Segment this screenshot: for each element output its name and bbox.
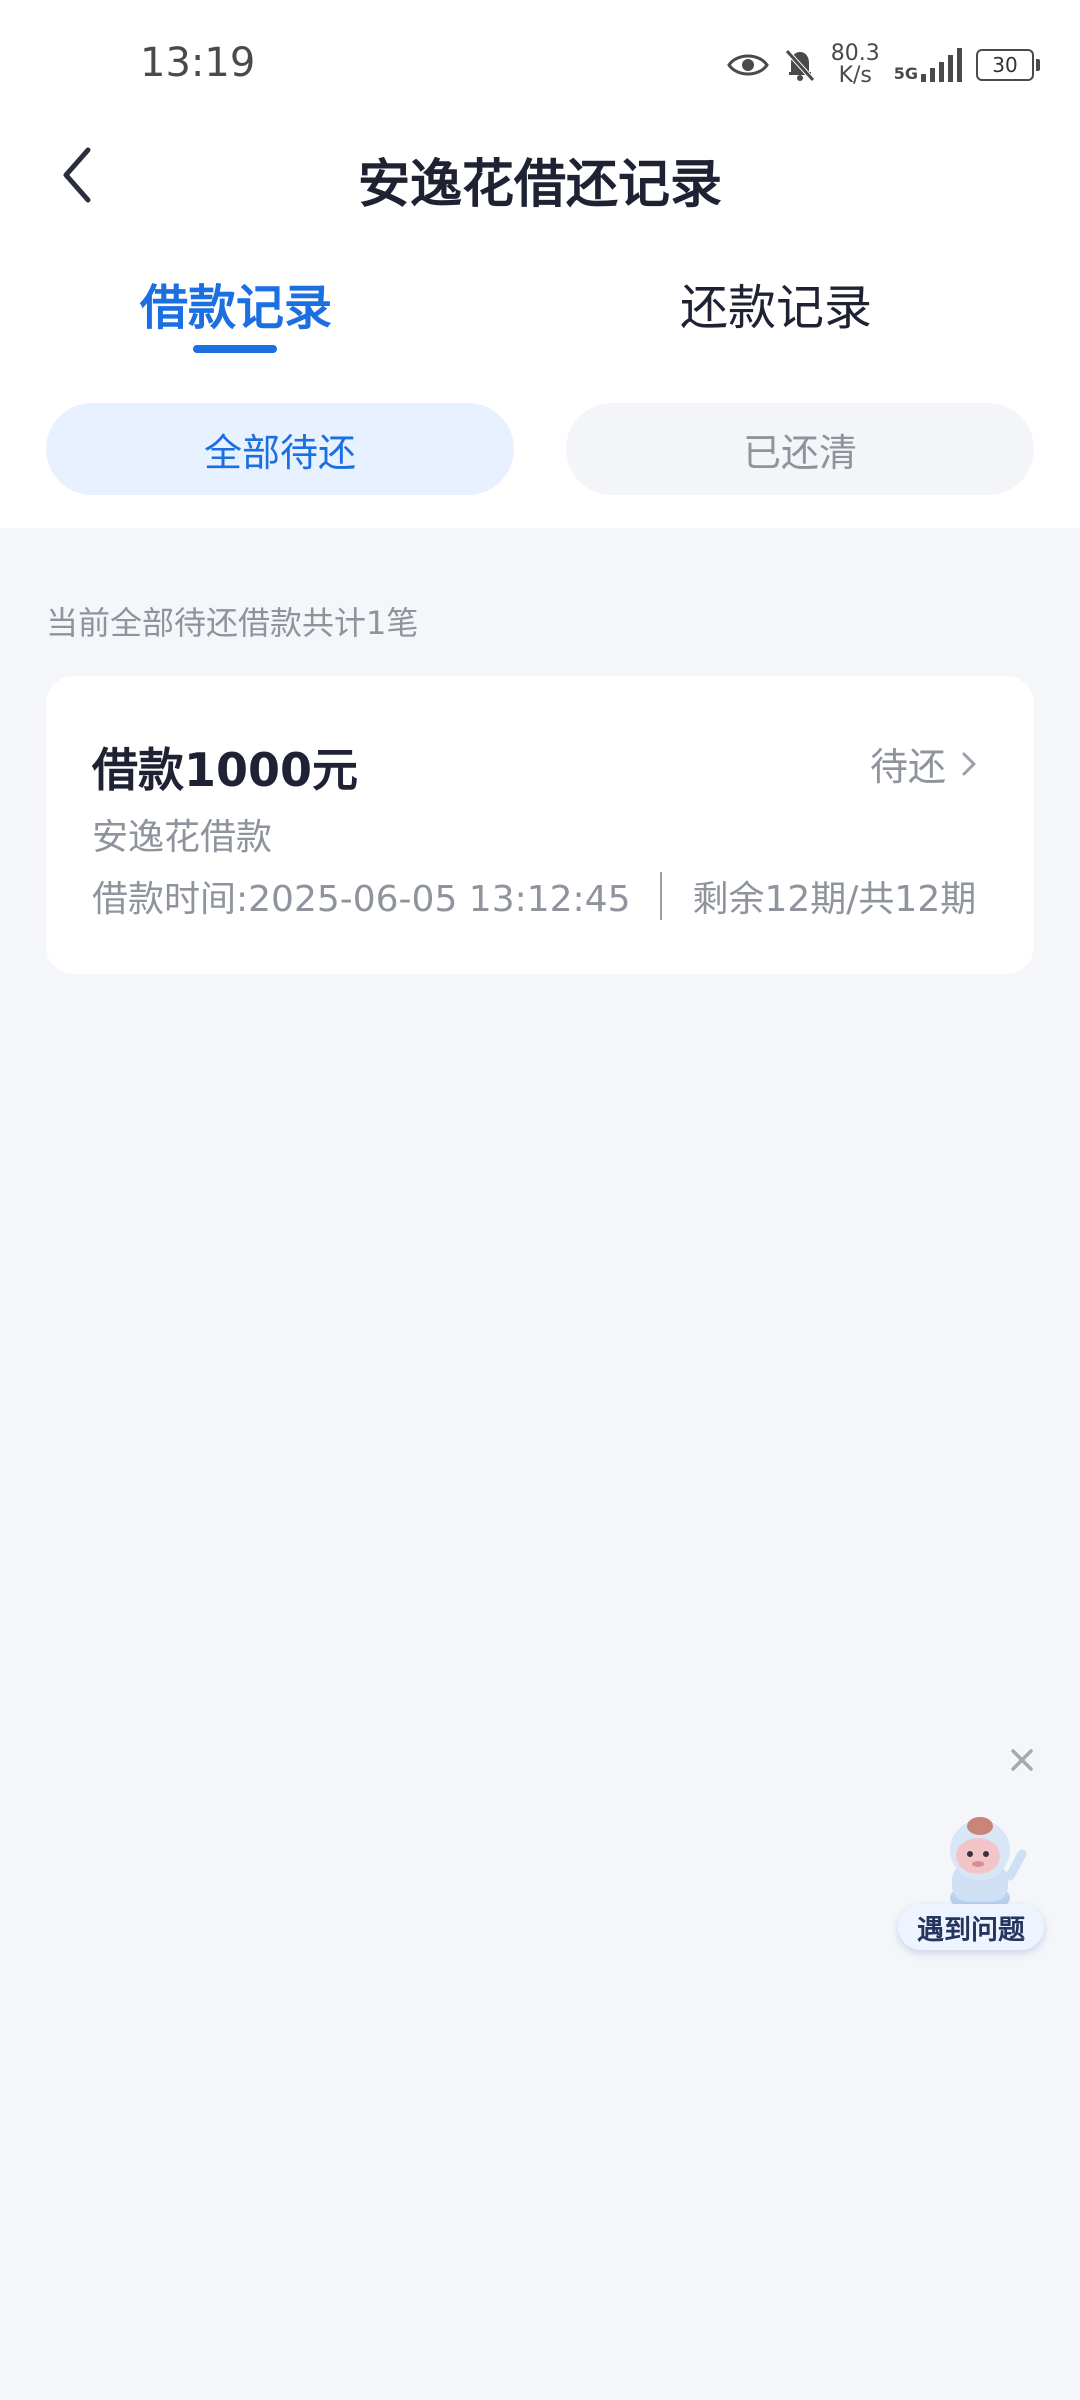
- status-time: 13:19: [140, 40, 256, 86]
- loan-time: 借款时间:2025-06-05 13:12:45: [92, 879, 631, 920]
- filter-cleared[interactable]: 已还清: [566, 403, 1034, 495]
- eye-icon: [726, 54, 769, 76]
- page-title: 安逸花借还记录: [357, 155, 722, 215]
- net-speed-value: 80.3: [830, 41, 880, 66]
- loan-product: 安逸花借款: [92, 817, 273, 858]
- mascot-icon[interactable]: [930, 1806, 1030, 1912]
- loan-amount: 借款1000元: [92, 743, 359, 797]
- tab-active-indicator: [193, 345, 277, 353]
- pending-summary: 当前全部待还借款共计1笔: [46, 604, 419, 642]
- net-speed-unit: K/s: [838, 63, 872, 88]
- signal-bars: [921, 48, 962, 82]
- status-icons: 80.3 K/s 5G 30: [726, 40, 1040, 90]
- net-speed: 80.3 K/s: [831, 43, 880, 87]
- close-icon[interactable]: [1004, 1742, 1040, 1778]
- tab-borrow-records[interactable]: 借款记录: [140, 268, 332, 338]
- loan-status-label: 待还: [869, 745, 946, 789]
- tab-repay-records[interactable]: 还款记录: [680, 268, 872, 338]
- bell-off-icon: [784, 49, 815, 82]
- loan-meta: 借款时间:2025-06-05 13:12:45 剩余12期/共12期: [92, 870, 976, 922]
- help-button[interactable]: 遇到问题: [898, 1904, 1044, 1950]
- signal-label: 5G: [893, 64, 918, 83]
- filter-all-pending[interactable]: 全部待还: [46, 403, 514, 495]
- loan-card[interactable]: 借款1000元 待还 安逸花借款 借款时间:2025-06-05 13:12:4…: [46, 676, 1034, 974]
- battery-icon: 30: [976, 49, 1040, 81]
- loan-status[interactable]: 待还: [870, 736, 980, 791]
- chevron-right-icon: [962, 752, 976, 775]
- divider: [660, 872, 663, 920]
- loan-periods: 剩余12期/共12期: [692, 879, 977, 920]
- battery-level: 30: [992, 53, 1018, 77]
- signal-icon: 5G: [894, 48, 962, 82]
